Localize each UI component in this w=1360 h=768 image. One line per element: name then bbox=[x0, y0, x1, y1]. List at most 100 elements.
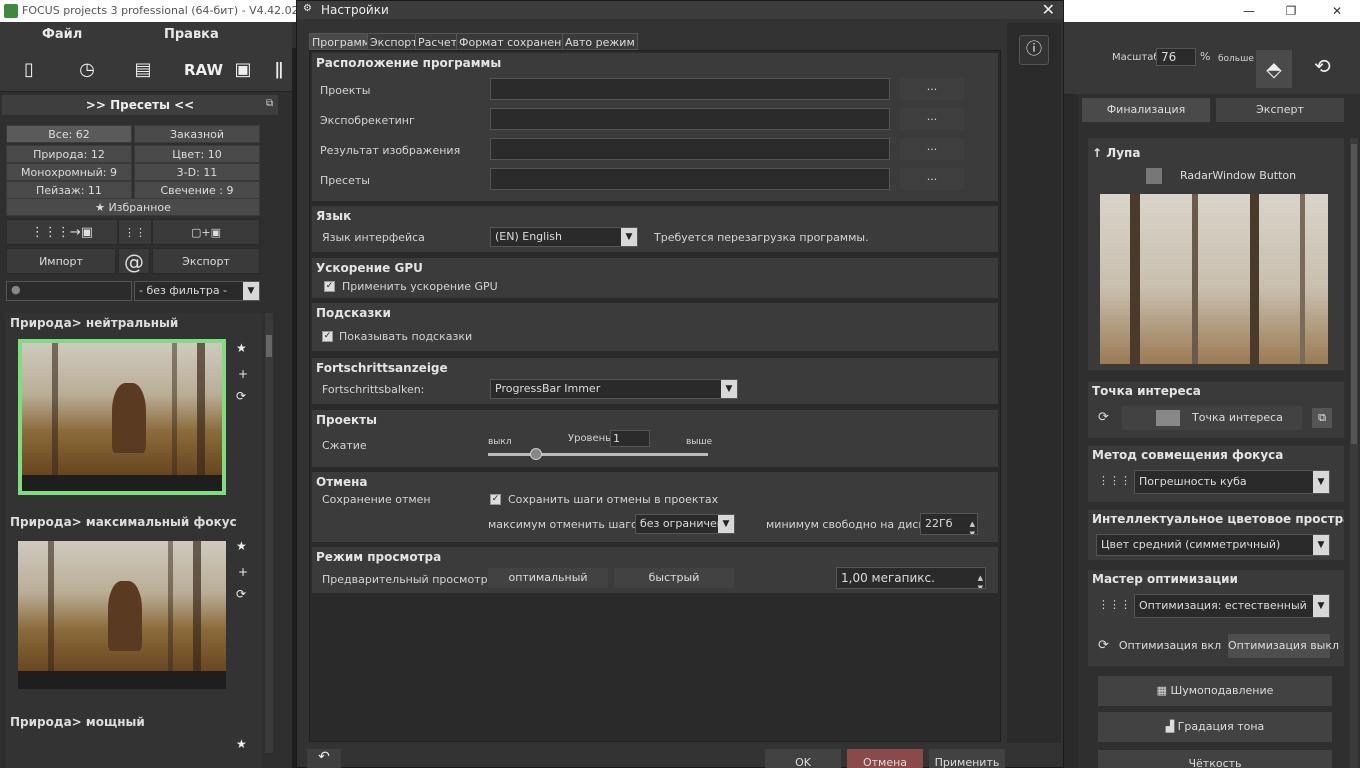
tab-save-format[interactable]: Формат сохранения bbox=[456, 33, 579, 50]
megapixel-spinner[interactable]: 1,00 мегапикс. ▲ ▼ bbox=[836, 567, 986, 589]
poi-copy-icon[interactable]: ⧉ bbox=[1312, 408, 1332, 428]
add-icon[interactable]: + bbox=[238, 565, 248, 579]
filter-mono[interactable]: Монохромный: 9 bbox=[6, 163, 132, 181]
projects-path-input[interactable] bbox=[490, 78, 890, 100]
language-select[interactable]: (EN) English ▼ bbox=[490, 227, 638, 247]
cancel-button[interactable]: Отмена bbox=[847, 749, 923, 768]
presets-header[interactable]: >> Пресеты << bbox=[2, 95, 278, 115]
optimization-off-button[interactable]: Оптимизация выкл bbox=[1228, 634, 1339, 658]
preset-list-scrollbar[interactable] bbox=[265, 313, 273, 753]
preset-thumbnail[interactable] bbox=[18, 339, 226, 495]
filter-landscape[interactable]: Пейзаж: 11 bbox=[6, 181, 132, 199]
favorite-star-icon[interactable]: ★ bbox=[236, 539, 247, 553]
sharpness-button[interactable]: Чёткость bbox=[1098, 750, 1332, 768]
undo-arrow-icon[interactable]: ↶ bbox=[307, 749, 341, 768]
menu-edit[interactable]: Правка bbox=[164, 27, 219, 42]
add-icon[interactable]: + bbox=[238, 367, 248, 381]
optimal-button[interactable]: оптимальный bbox=[488, 568, 608, 588]
hints-checkbox[interactable]: ✓ bbox=[322, 331, 333, 342]
minimize-button[interactable]: — bbox=[1226, 0, 1272, 22]
tab-auto-mode[interactable]: Авто режим bbox=[562, 33, 638, 50]
color-space-value: Цвет средний (симметричный) bbox=[1101, 538, 1281, 551]
refresh-icon[interactable]: ⟳ bbox=[1098, 638, 1109, 653]
tab-export[interactable]: Экспорт bbox=[367, 33, 421, 50]
undock-icon[interactable]: ⧉ bbox=[266, 98, 273, 109]
images-icon[interactable]: ▣ bbox=[230, 57, 256, 83]
tone-button[interactable]: ▟ Градация тона bbox=[1098, 712, 1332, 742]
export-button[interactable]: Экспорт bbox=[152, 248, 260, 274]
level-input[interactable]: 1 bbox=[610, 430, 650, 447]
history-icon[interactable]: ◷ bbox=[74, 57, 100, 83]
refresh-icon[interactable]: ⟳ bbox=[1098, 410, 1109, 425]
poi-button[interactable]: Точка интереса bbox=[1122, 406, 1302, 430]
close-dialog-icon[interactable]: ✕ bbox=[1042, 0, 1055, 19]
language-section: Язык Язык интерфейса (EN) English ▼ Треб… bbox=[312, 206, 998, 252]
filter-color[interactable]: Цвет: 10 bbox=[134, 145, 260, 163]
radar-window-button[interactable]: RadarWindow Button bbox=[1098, 164, 1328, 188]
film-stack-icon[interactable]: ▤ bbox=[130, 57, 156, 83]
rotate-crop-icon[interactable]: ⟲ bbox=[1314, 54, 1331, 78]
chevron-down-icon: ▼ bbox=[721, 380, 737, 398]
browse-result-button[interactable]: ... bbox=[900, 138, 964, 160]
denoise-button[interactable]: ▦ Шумоподавление bbox=[1098, 676, 1332, 706]
slider-handle[interactable] bbox=[530, 448, 543, 460]
fast-button[interactable]: быстрый bbox=[614, 568, 734, 588]
optimization-select[interactable]: Оптимизация: естественный ▼ bbox=[1134, 594, 1330, 618]
filter-custom[interactable]: Заказной bbox=[134, 125, 260, 143]
favorite-star-icon[interactable]: ★ bbox=[236, 341, 247, 355]
presets-path-input[interactable] bbox=[490, 168, 890, 190]
filter-all[interactable]: Все: 62 bbox=[6, 125, 132, 143]
new-document-icon[interactable]: ▯ bbox=[16, 57, 42, 83]
save-grid-button[interactable]: ⋮⋮⋮→▣ bbox=[6, 219, 118, 245]
browse-projects-button[interactable]: ... bbox=[900, 78, 964, 100]
spinner-down-icon[interactable]: ▼ bbox=[978, 578, 983, 588]
filter-favorites[interactable]: ★ Избранное bbox=[6, 198, 260, 216]
progress-select[interactable]: ProgressBar Immer ▼ bbox=[490, 379, 738, 399]
compression-slider[interactable] bbox=[488, 448, 708, 460]
spinner-down-icon[interactable]: ▼ bbox=[970, 524, 975, 534]
brushes-icon[interactable]: ǁ bbox=[270, 57, 288, 83]
preset-thumbnail[interactable] bbox=[18, 541, 226, 689]
apply-button[interactable]: Применить bbox=[929, 749, 1005, 768]
tab-finalization[interactable]: Финализация bbox=[1082, 98, 1210, 122]
maximize-button[interactable]: ❐ bbox=[1268, 0, 1314, 22]
min-disk-spinner[interactable]: 22Гб ▲ ▼ bbox=[920, 513, 978, 535]
grid-icon: ⋮⋮⋮ bbox=[1098, 474, 1131, 487]
tab-expert[interactable]: Эксперт bbox=[1216, 98, 1344, 122]
color-space-select[interactable]: Цвет средний (симметричный) ▼ bbox=[1096, 534, 1330, 556]
expobracketing-path-input[interactable] bbox=[490, 108, 890, 130]
favorite-star-icon[interactable]: ★ bbox=[236, 737, 247, 751]
refresh-icon[interactable]: ⟳ bbox=[236, 389, 246, 403]
zoom-input[interactable]: 76 bbox=[1156, 48, 1196, 66]
tab-calc[interactable]: Расчет bbox=[415, 33, 461, 50]
loupe-preview[interactable] bbox=[1100, 194, 1328, 364]
grid-search-icon[interactable]: ⋮⋮ bbox=[118, 219, 152, 245]
email-icon[interactable]: @ bbox=[118, 248, 150, 274]
add-preset-icon[interactable]: ▢+▣ bbox=[152, 219, 260, 245]
result-path-input[interactable] bbox=[490, 138, 890, 160]
app-title: FOCUS projects 3 professional (64-бит) -… bbox=[22, 4, 313, 17]
ok-button[interactable]: OK bbox=[765, 749, 841, 768]
gpu-checkbox[interactable]: ✓ bbox=[324, 281, 335, 292]
megapixel-value: 1,00 мегапикс. bbox=[841, 571, 935, 585]
menu-file[interactable]: Файл bbox=[42, 27, 82, 42]
info-icon[interactable]: ⓘ bbox=[1019, 35, 1049, 65]
filter-nature[interactable]: Природа: 12 bbox=[6, 145, 132, 163]
import-button[interactable]: Импорт bbox=[6, 248, 116, 274]
max-undo-select[interactable]: без ограничения ▼ bbox=[635, 514, 735, 534]
zoom-fit-icon[interactable]: ⬘ bbox=[1256, 50, 1292, 88]
filter-glow[interactable]: Свечение : 9 bbox=[134, 181, 260, 199]
undo-checkbox[interactable]: ✓ bbox=[490, 494, 501, 505]
raw-button[interactable]: RAW bbox=[184, 57, 223, 83]
browse-presets-button[interactable]: ... bbox=[900, 168, 964, 190]
close-app-button[interactable]: ✕ bbox=[1314, 0, 1360, 22]
preset-filter-select[interactable]: - без фильтра - ▼ bbox=[134, 281, 260, 301]
focus-method-select[interactable]: Погрешность куба ▼ bbox=[1134, 470, 1330, 494]
refresh-icon[interactable]: ⟳ bbox=[236, 587, 246, 601]
filter-3d[interactable]: 3-D: 11 bbox=[134, 163, 260, 181]
right-panel-scrollbar[interactable] bbox=[1350, 138, 1358, 768]
optimization-on-button[interactable]: Оптимизация вкл bbox=[1118, 634, 1222, 658]
browse-expobracketing-button[interactable]: ... bbox=[900, 108, 964, 130]
poi-label: Точка интереса bbox=[1192, 411, 1283, 424]
preset-search-input[interactable]: ● bbox=[6, 281, 132, 301]
